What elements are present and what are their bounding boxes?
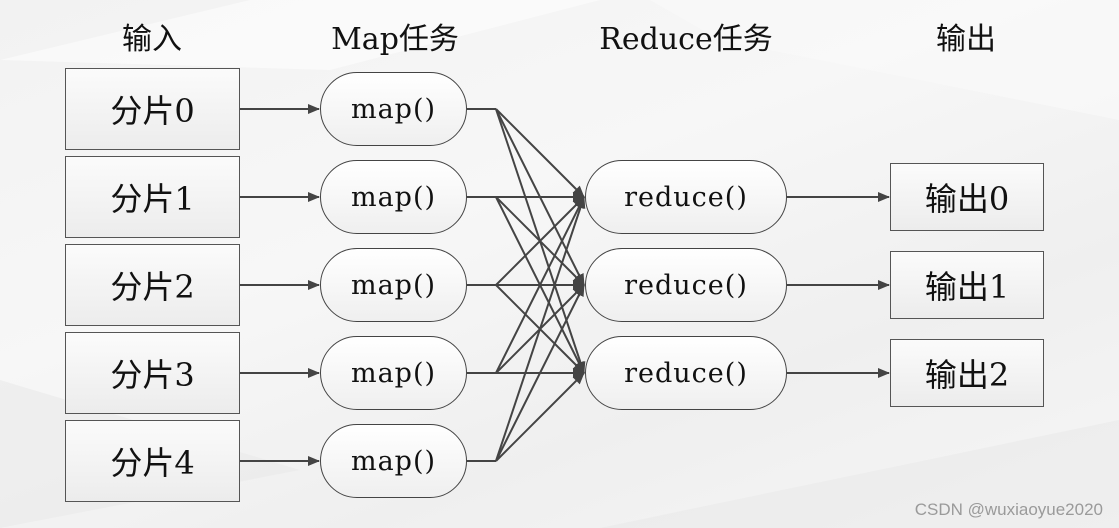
map-task-node: map() (320, 336, 467, 410)
reduce-task-node: reduce() (585, 160, 787, 234)
map-to-reduce-arrow (495, 196, 586, 462)
map-to-reduce-arrow (495, 108, 585, 198)
output-box: 输出0 (890, 163, 1044, 231)
map-to-reduce-arrow (495, 372, 585, 462)
map-task-node: map() (320, 160, 467, 234)
input-split-box: 分片2 (65, 244, 240, 326)
input-split-box: 分片4 (65, 420, 240, 502)
output-box: 输出1 (890, 251, 1044, 319)
input-split-box: 分片1 (65, 156, 240, 238)
input-split-box: 分片3 (65, 332, 240, 414)
output-box: 输出2 (890, 339, 1044, 407)
map-task-node: map() (320, 424, 467, 498)
reduce-task-node: reduce() (585, 336, 787, 410)
reduce-task-node: reduce() (585, 248, 787, 322)
map-task-node: map() (320, 72, 467, 146)
input-split-box: 分片0 (65, 68, 240, 150)
map-task-node: map() (320, 248, 467, 322)
watermark: CSDN @wuxiaoyue2020 (914, 500, 1103, 519)
